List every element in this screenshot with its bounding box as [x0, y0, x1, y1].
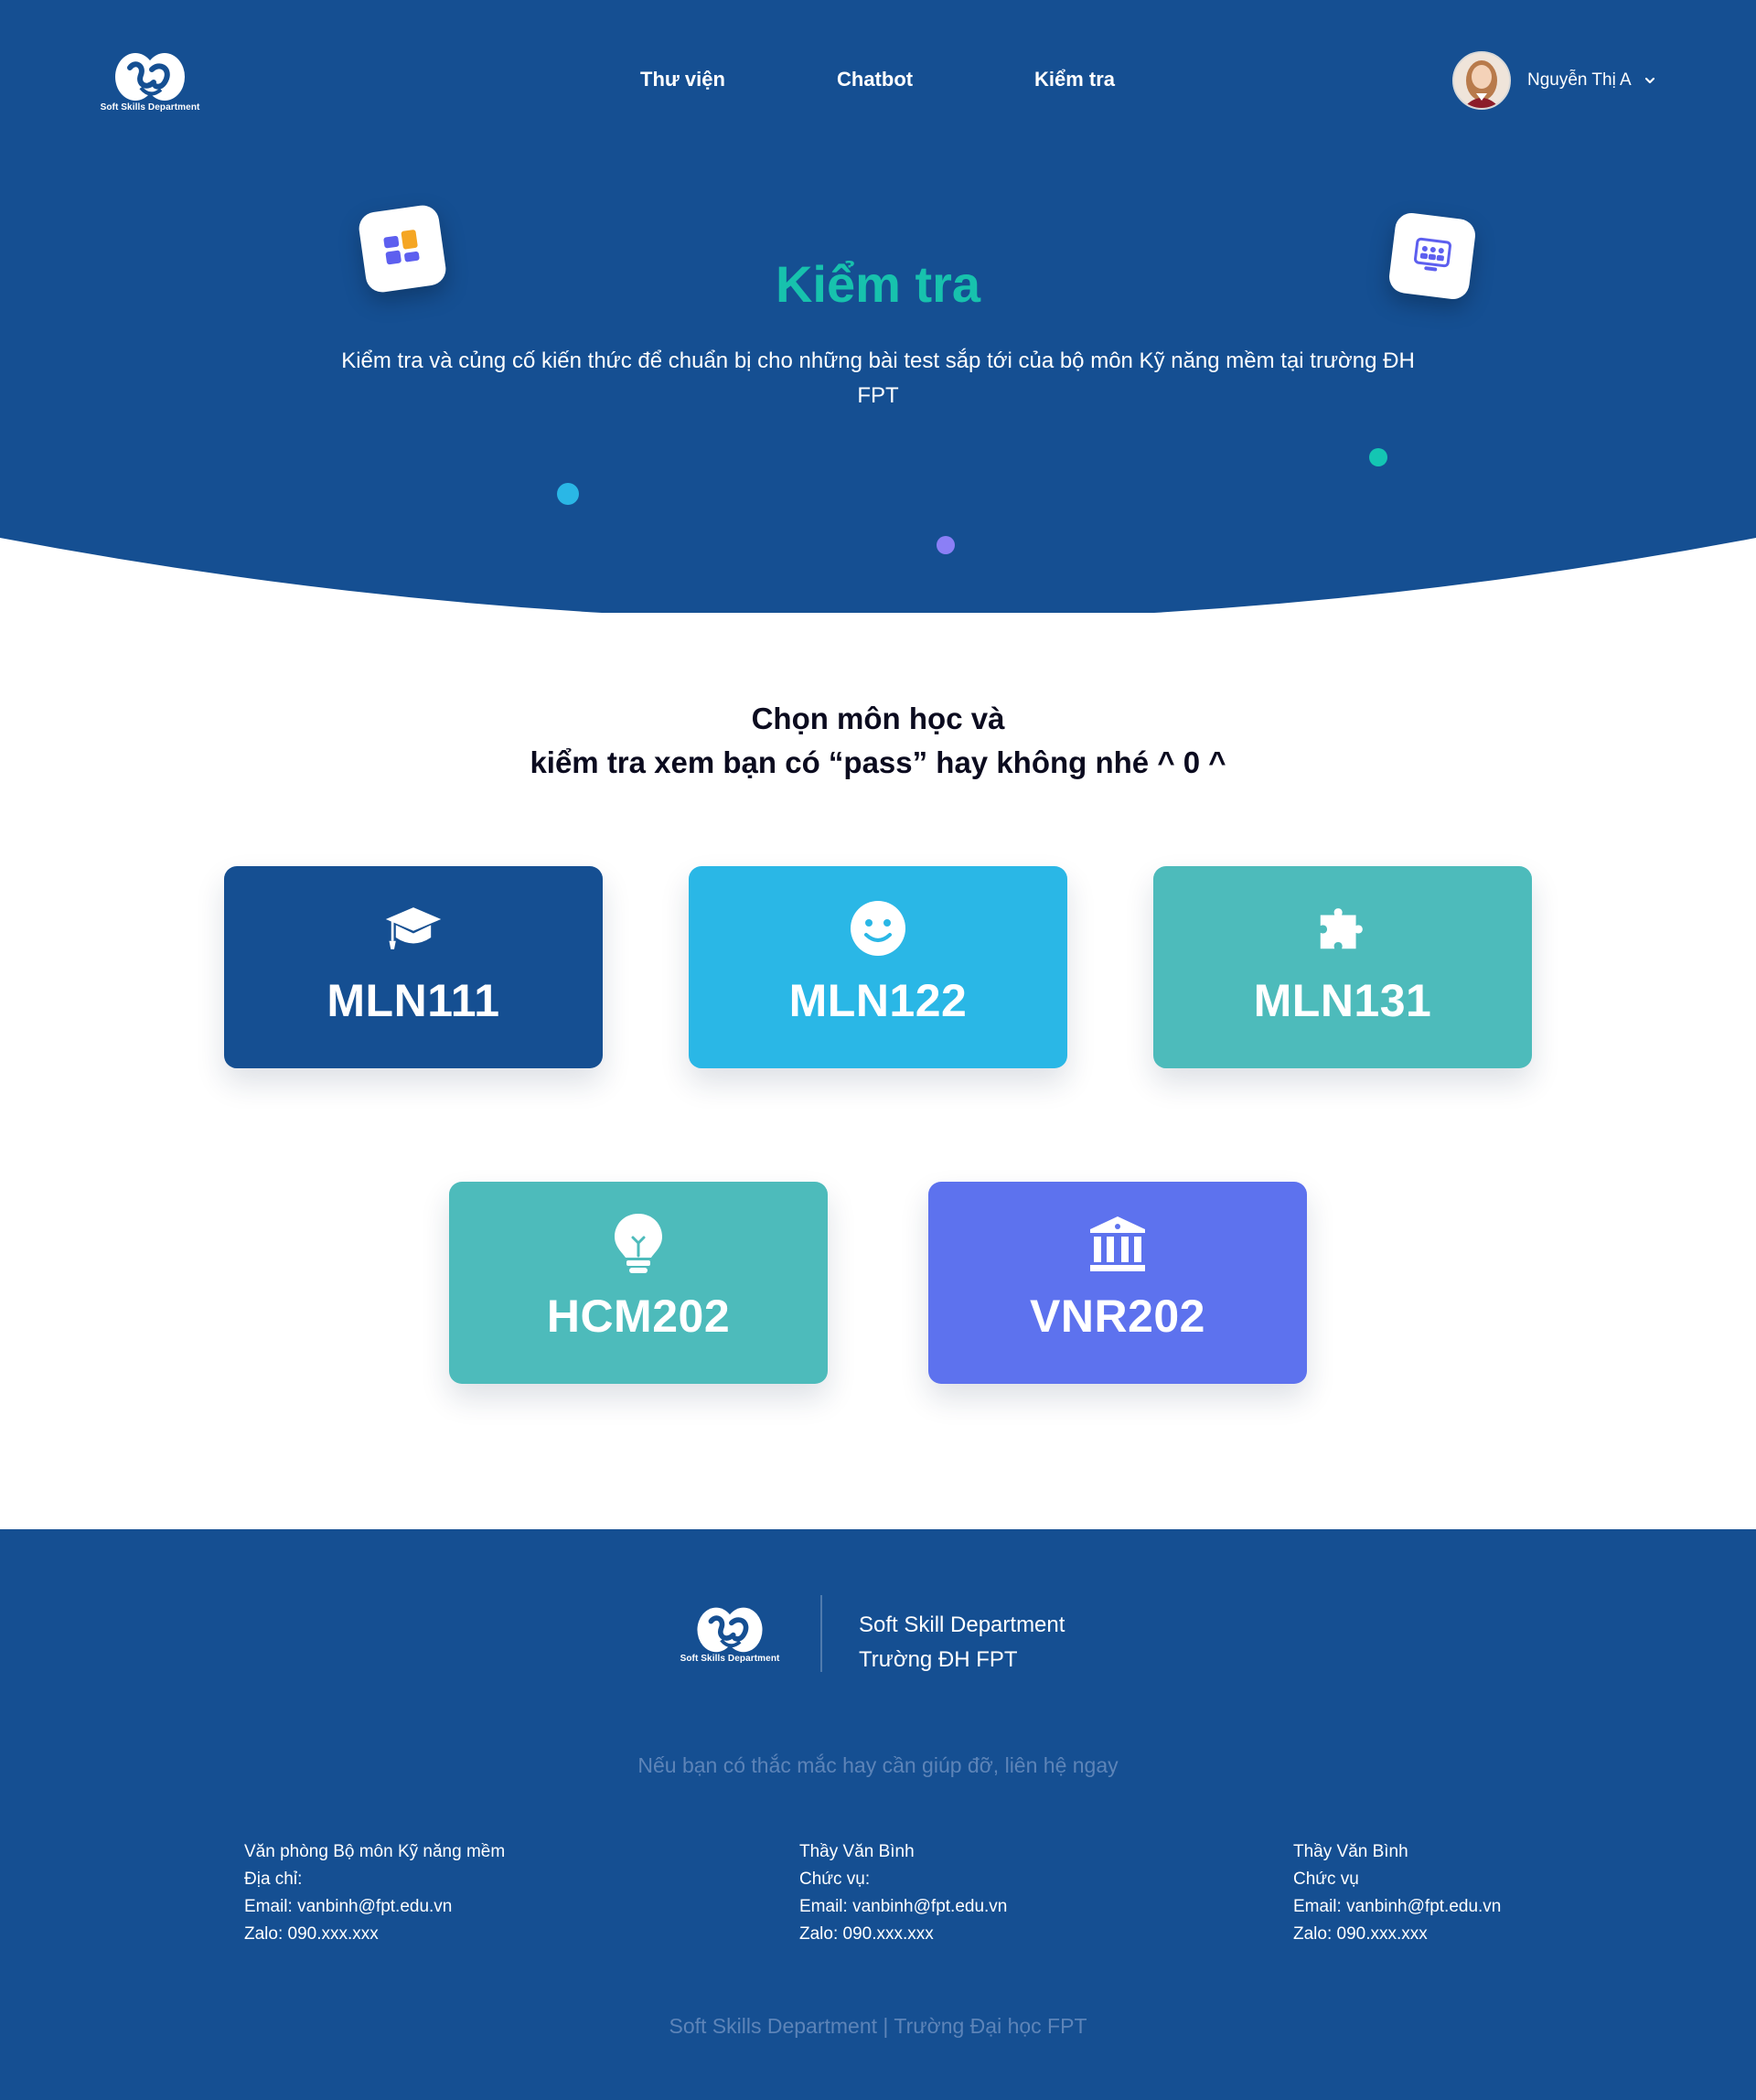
- avatar-portrait-icon: [1454, 53, 1509, 108]
- contact-line: Chức vụ: [1293, 1870, 1359, 1889]
- user-name: Nguyễn Thị A: [1527, 70, 1632, 90]
- contact-email[interactable]: Email: vanbinh@fpt.edu.vn: [799, 1893, 1007, 1921]
- hero-section: Soft Skills Department Thư viện Chatbot …: [0, 0, 1756, 613]
- footer-brand-school: Trường ĐH FPT: [859, 1647, 1018, 1672]
- subject-code: HCM202: [546, 1291, 731, 1342]
- subject-card-mln111[interactable]: MLN111: [224, 866, 603, 1068]
- user-menu[interactable]: Nguyễn Thị A: [1452, 51, 1655, 110]
- contact-line: Văn phòng Bộ môn Kỹ năng mềm: [244, 1842, 506, 1861]
- contact-email[interactable]: Email: vanbinh@fpt.edu.vn: [244, 1893, 505, 1921]
- decor-dot: [557, 483, 579, 505]
- logo-text: Soft Skills Department: [680, 1654, 780, 1664]
- contact-zalo: Zalo: 090.xxx.xxx: [1293, 1924, 1428, 1944]
- copyright: Soft Skills Department | Trường Đại học …: [669, 2014, 1087, 2038]
- footer: Soft Skills Department Soft Skill Depart…: [0, 1529, 1756, 2100]
- contact-block-teacher: Thầy Văn Bình Chức vụ Email: vanbinh@fpt…: [1293, 1838, 1501, 1948]
- contact-line: Địa chỉ:: [244, 1870, 303, 1889]
- contact-zalo: Zalo: 090.xxx.xxx: [799, 1924, 934, 1944]
- chevron-down-icon: [1644, 77, 1654, 84]
- subject-code: VNR202: [1030, 1291, 1205, 1342]
- page-subtitle: Kiểm tra và củng cố kiến thức để chuẩn b…: [341, 348, 1415, 408]
- smiley-icon: [849, 899, 907, 958]
- section-heading-line: Chọn môn học và: [751, 702, 1005, 735]
- logo-mark-icon: [697, 1607, 763, 1653]
- subject-card-mln131[interactable]: MLN131: [1153, 866, 1532, 1068]
- nav-item-thu-vien[interactable]: Thư viện: [640, 68, 725, 91]
- contact-line: Thầy Văn Bình: [1293, 1842, 1408, 1861]
- graduation-cap-icon: [384, 899, 443, 958]
- puzzle-icon: [1313, 899, 1372, 958]
- footer-help-text: Nếu bạn có thắc mắc hay cần giúp đỡ, liê…: [637, 1753, 1119, 1777]
- section-heading: Chọn môn học và kiểm tra xem bạn có “pas…: [0, 697, 1756, 785]
- subject-card-vnr202[interactable]: VNR202: [928, 1182, 1307, 1384]
- subject-code: MLN131: [1253, 975, 1432, 1026]
- subject-code: MLN111: [327, 975, 500, 1026]
- footer-brand: Soft Skill Department Trường ĐH FPT: [859, 1608, 1065, 1677]
- contact-block-office: Văn phòng Bộ môn Kỹ năng mềm Địa chỉ: Em…: [244, 1838, 505, 1948]
- decor-dot: [1369, 448, 1387, 466]
- section-heading-line: kiểm tra xem bạn có “pass” hay không nhé…: [530, 745, 1226, 779]
- decor-dot: [937, 536, 955, 554]
- footer-divider: [820, 1595, 822, 1672]
- contact-line: Chức vụ:: [799, 1870, 871, 1889]
- avatar: [1452, 51, 1511, 110]
- contact-zalo: Zalo: 090.xxx.xxx: [244, 1924, 379, 1944]
- page-title: Kiểm tra: [775, 255, 981, 313]
- subject-card-hcm202[interactable]: HCM202: [449, 1182, 828, 1384]
- footer-logo[interactable]: Soft Skills Department: [680, 1602, 780, 1664]
- contact-email[interactable]: Email: vanbinh@fpt.edu.vn: [1293, 1893, 1501, 1921]
- contact-line: Thầy Văn Bình: [799, 1842, 915, 1861]
- logo-text: Soft Skills Department: [100, 102, 200, 112]
- footer-brand-name: Soft Skill Department: [859, 1612, 1065, 1637]
- nav-item-kiem-tra[interactable]: Kiểm tra: [1034, 68, 1115, 91]
- nav-item-chatbot[interactable]: Chatbot: [837, 68, 913, 91]
- subject-code: MLN122: [788, 975, 968, 1026]
- bank-icon: [1088, 1215, 1147, 1273]
- contact-block-teacher: Thầy Văn Bình Chức vụ: Email: vanbinh@fp…: [799, 1838, 1007, 1948]
- lightbulb-icon: [609, 1214, 668, 1273]
- subject-card-mln122[interactable]: MLN122: [689, 866, 1067, 1068]
